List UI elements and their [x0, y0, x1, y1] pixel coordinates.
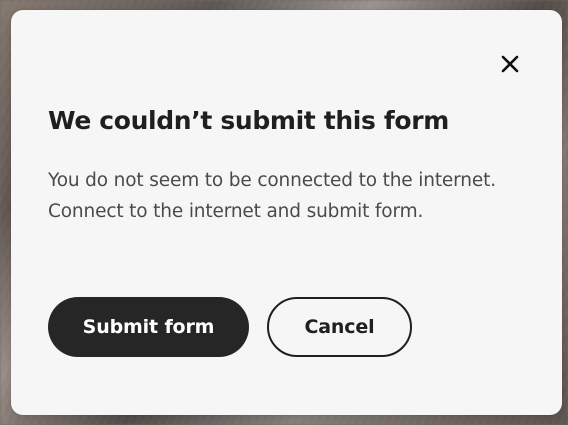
dialog-message: You do not seem to be connected to the i… [48, 170, 496, 222]
cancel-button[interactable]: Cancel [267, 297, 412, 357]
submit-form-button[interactable]: Submit form [48, 297, 249, 357]
dialog-title: We couldn’t submit this form [48, 106, 449, 135]
connection-error-dialog: We couldn’t submit this form You do not … [11, 10, 562, 415]
close-button[interactable] [498, 52, 522, 76]
close-icon [501, 55, 519, 73]
